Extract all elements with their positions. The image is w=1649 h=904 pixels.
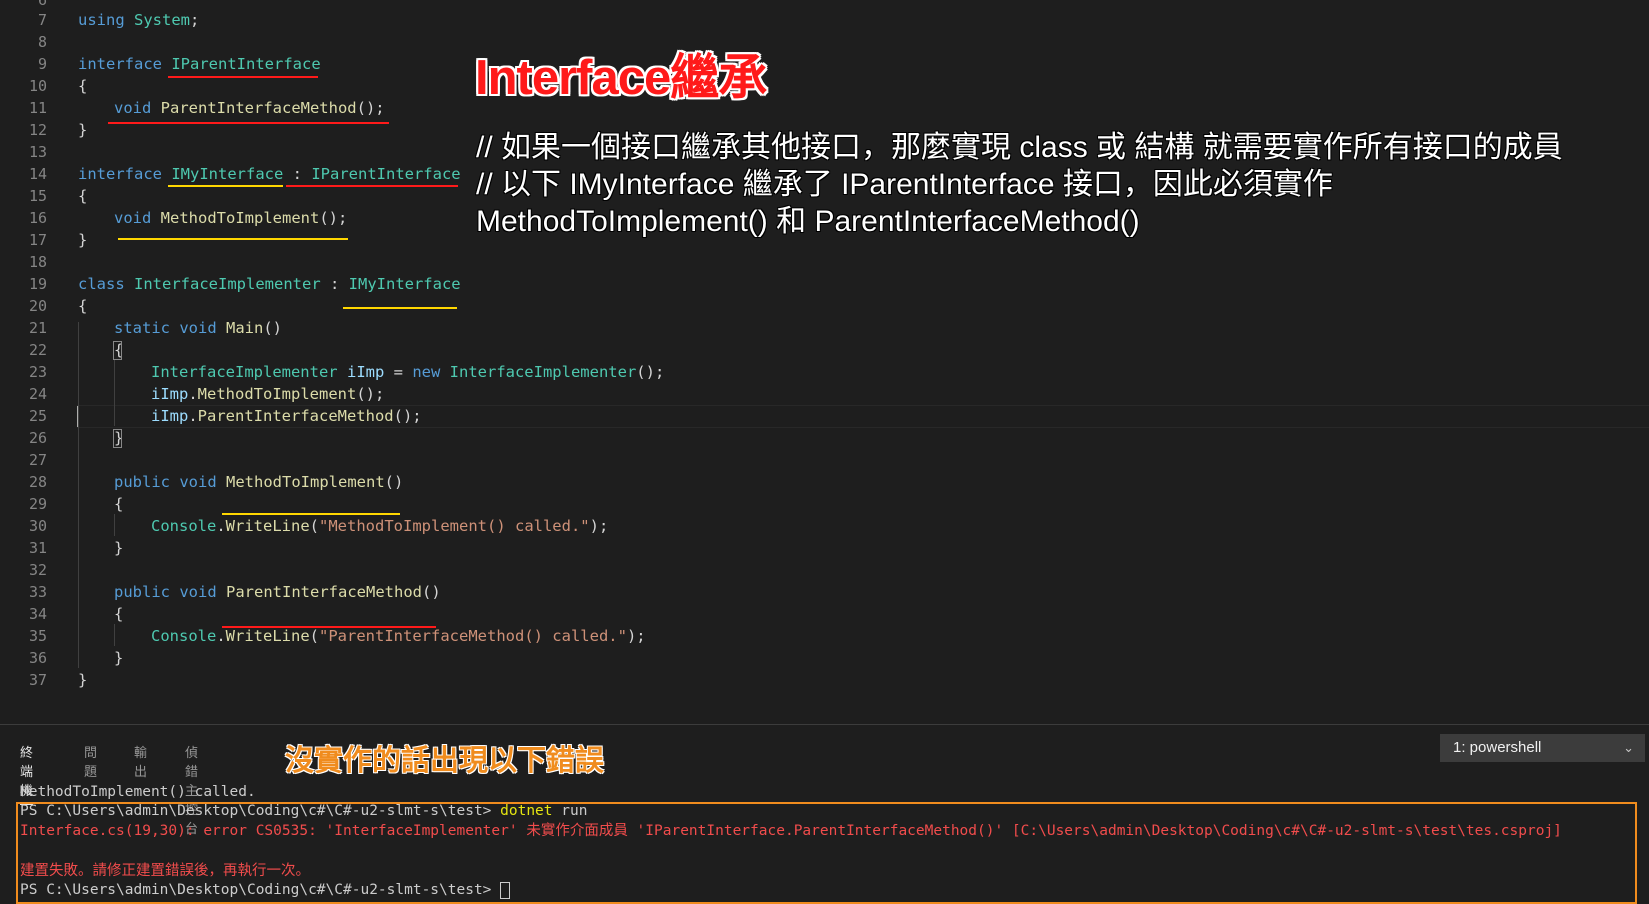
terminal-select[interactable]: 1: powershell ⌄	[1440, 734, 1645, 762]
line-number: 20	[28, 297, 47, 315]
red-underline	[286, 185, 458, 187]
chevron-down-icon: ⌄	[1623, 740, 1634, 755]
code-line-10[interactable]: {	[78, 75, 87, 98]
line-number: 32	[28, 561, 47, 579]
line-number: 11	[28, 99, 47, 117]
line-number: 22	[28, 341, 47, 359]
yellow-underline	[168, 185, 283, 187]
line-number: 14	[28, 165, 47, 183]
code-line-29[interactable]: {	[114, 493, 123, 516]
code-line-20[interactable]: {	[78, 295, 87, 318]
line-number: 10	[28, 77, 47, 95]
yellow-underline	[343, 307, 457, 309]
code-line-23[interactable]: InterfaceImplementer iImp = new Interfac…	[151, 361, 664, 384]
red-underline	[222, 626, 436, 628]
error-highlight-box	[16, 802, 1637, 904]
line-number: 12	[28, 121, 47, 139]
line-number: 19	[28, 275, 47, 293]
tab-output[interactable]: 輸出	[134, 742, 147, 780]
terminal-select-value: 1: powershell	[1453, 739, 1542, 756]
code-line-14[interactable]: interface IMyInterface : IParentInterfac…	[78, 163, 461, 186]
code-line-31[interactable]: }	[114, 537, 123, 560]
code-line-21[interactable]: static void Main()	[114, 317, 282, 340]
line-number: 37	[28, 671, 47, 689]
line-number: 7	[37, 11, 47, 29]
terminal-panel: 終端機 問題 輸出 偵錯主控台 沒實作的話出現以下錯誤 1: powershel…	[0, 724, 1649, 904]
red-underline	[168, 76, 318, 78]
code-line-19[interactable]: class InterfaceImplementer : IMyInterfac…	[78, 273, 461, 296]
line-number: 16	[28, 209, 47, 227]
code-line-15[interactable]: {	[78, 185, 87, 208]
code-line-24[interactable]: iImp.MethodToImplement();	[151, 383, 384, 406]
line-number: 29	[28, 495, 47, 513]
line-number: 26	[28, 429, 47, 447]
indent-guide	[114, 624, 115, 646]
line-number: 28	[28, 473, 47, 491]
code-line-9[interactable]: interface IParentInterface	[78, 53, 321, 76]
code-line-16[interactable]: void MethodToImplement();	[114, 207, 347, 230]
line-number: 17	[28, 231, 47, 249]
line-number: 24	[28, 385, 47, 403]
code-line-30[interactable]: Console.WriteLine("MethodToImplement() c…	[151, 515, 608, 538]
bracket-match-box	[113, 341, 122, 360]
line-number: 36	[28, 649, 47, 667]
annotation-line: MethodToImplement() 和 ParentInterfaceMet…	[476, 205, 1140, 238]
annotation-title: Interface繼承	[475, 51, 767, 105]
indent-guide	[78, 322, 79, 668]
line-number: 8	[37, 33, 47, 51]
yellow-underline	[118, 238, 348, 240]
yellow-underline	[222, 513, 400, 515]
error-annotation: 沒實作的話出現以下錯誤	[285, 745, 605, 777]
line-number: 23	[28, 363, 47, 381]
line-number: 21	[28, 319, 47, 337]
code-line-35[interactable]: Console.WriteLine("ParentInterfaceMethod…	[151, 625, 646, 648]
code-line-37[interactable]: }	[78, 669, 87, 692]
code-line-25[interactable]: iImp.ParentInterfaceMethod();	[151, 405, 422, 428]
code-line-7[interactable]: using System;	[78, 9, 199, 32]
line-number: 25	[28, 407, 47, 425]
indent-guide	[114, 360, 115, 426]
line-number: 31	[28, 539, 47, 557]
code-line-28[interactable]: public void MethodToImplement()	[114, 471, 403, 494]
red-underline	[108, 122, 389, 124]
code-line-33[interactable]: public void ParentInterfaceMethod()	[114, 581, 441, 604]
line-number: 9	[37, 55, 47, 73]
line-number: 13	[28, 143, 47, 161]
line-number: 33	[28, 583, 47, 601]
line-number: 35	[28, 627, 47, 645]
bracket-match-box	[113, 429, 122, 448]
indent-guide	[114, 514, 115, 536]
code-line-36[interactable]: }	[114, 647, 123, 670]
line-number: 30	[28, 517, 47, 535]
line-number: 34	[28, 605, 47, 623]
line-number: 18	[28, 253, 47, 271]
line-number: 27	[28, 451, 47, 469]
code-line-11[interactable]: void ParentInterfaceMethod();	[114, 97, 385, 120]
tab-problems[interactable]: 問題	[84, 742, 97, 780]
code-line-12[interactable]: }	[78, 119, 87, 142]
code-line-34[interactable]: {	[114, 603, 123, 626]
code-line-17[interactable]: }	[78, 229, 87, 252]
terminal-output-line: MethodToImplement() called.	[20, 784, 256, 800]
code-editor[interactable]: 6 7 using System; 8 9 interface IParentI…	[0, 0, 1649, 724]
line-number: 15	[28, 187, 47, 205]
